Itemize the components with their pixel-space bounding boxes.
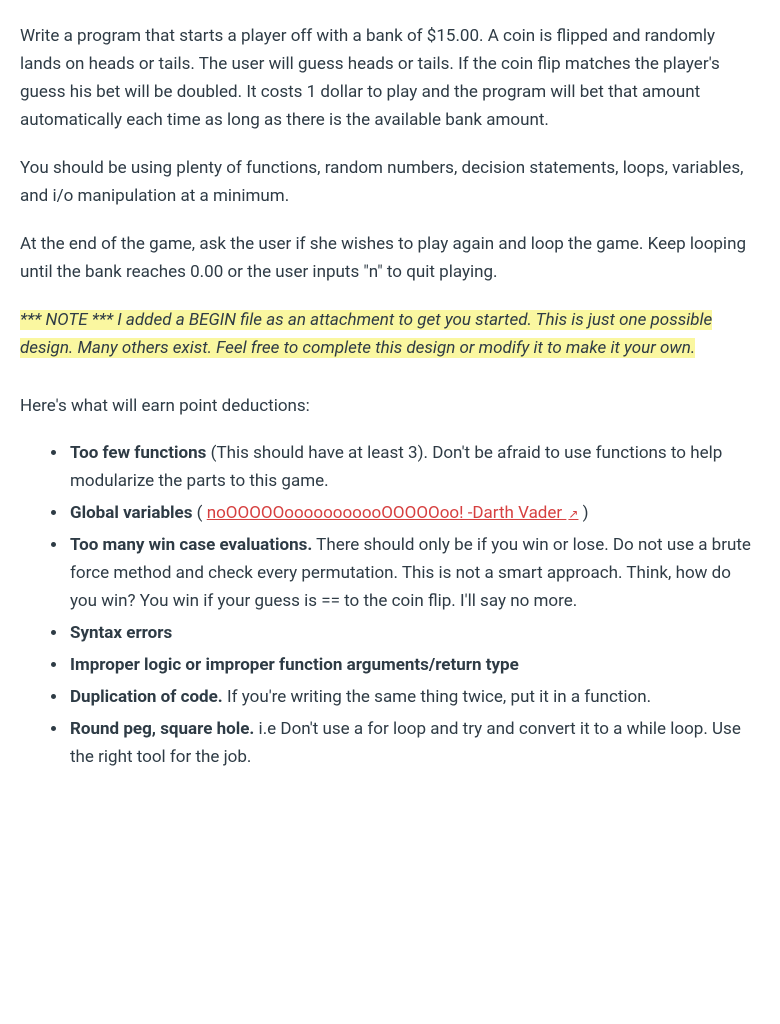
list-item: Too many win case evaluations. There sho…	[68, 531, 760, 615]
list-item: Global variables ( noOOOOOooooooooooOOOO…	[68, 499, 760, 527]
paragraph-intro-3: At the end of the game, ask the user if …	[20, 230, 760, 286]
paragraph-intro-1: Write a program that starts a player off…	[20, 22, 760, 134]
deduction-text: If you're writing the same thing twice, …	[223, 687, 651, 707]
list-item: Duplication of code. If you're writing t…	[68, 683, 760, 711]
list-item: Improper logic or improper function argu…	[68, 651, 760, 679]
list-item: Too few functions (This should have at l…	[68, 439, 760, 495]
deduction-bold: Global variables	[70, 503, 192, 523]
deduction-text: (	[192, 503, 206, 523]
external-link-icon: ↗	[568, 507, 578, 521]
list-item: Round peg, square hole. i.e Don't use a …	[68, 715, 760, 771]
deduction-text: )	[578, 503, 588, 523]
paragraph-intro-2: You should be using plenty of functions,…	[20, 154, 760, 210]
deduction-bold: Syntax errors	[70, 623, 172, 643]
note-paragraph: *** NOTE *** I added a BEGIN file as an …	[20, 306, 760, 362]
deduction-bold: Improper logic or improper function argu…	[70, 655, 519, 675]
deduction-bold: Too few functions	[70, 443, 206, 463]
list-item: Syntax errors	[68, 619, 760, 647]
deduction-bold: Duplication of code.	[70, 687, 223, 707]
deduction-bold: Round peg, square hole.	[70, 719, 254, 739]
note-highlight: *** NOTE *** I added a BEGIN file as an …	[20, 310, 712, 358]
external-link[interactable]: noOOOOOooooooooooOOOOOoo! -Darth Vader ↗	[207, 503, 579, 523]
link-text: noOOOOOooooooooooOOOOOoo! -Darth Vader	[207, 503, 567, 523]
deductions-list: Too few functions (This should have at l…	[20, 439, 760, 772]
deduction-bold: Too many win case evaluations.	[70, 535, 312, 555]
deductions-heading: Here's what will earn point deductions:	[20, 392, 760, 420]
